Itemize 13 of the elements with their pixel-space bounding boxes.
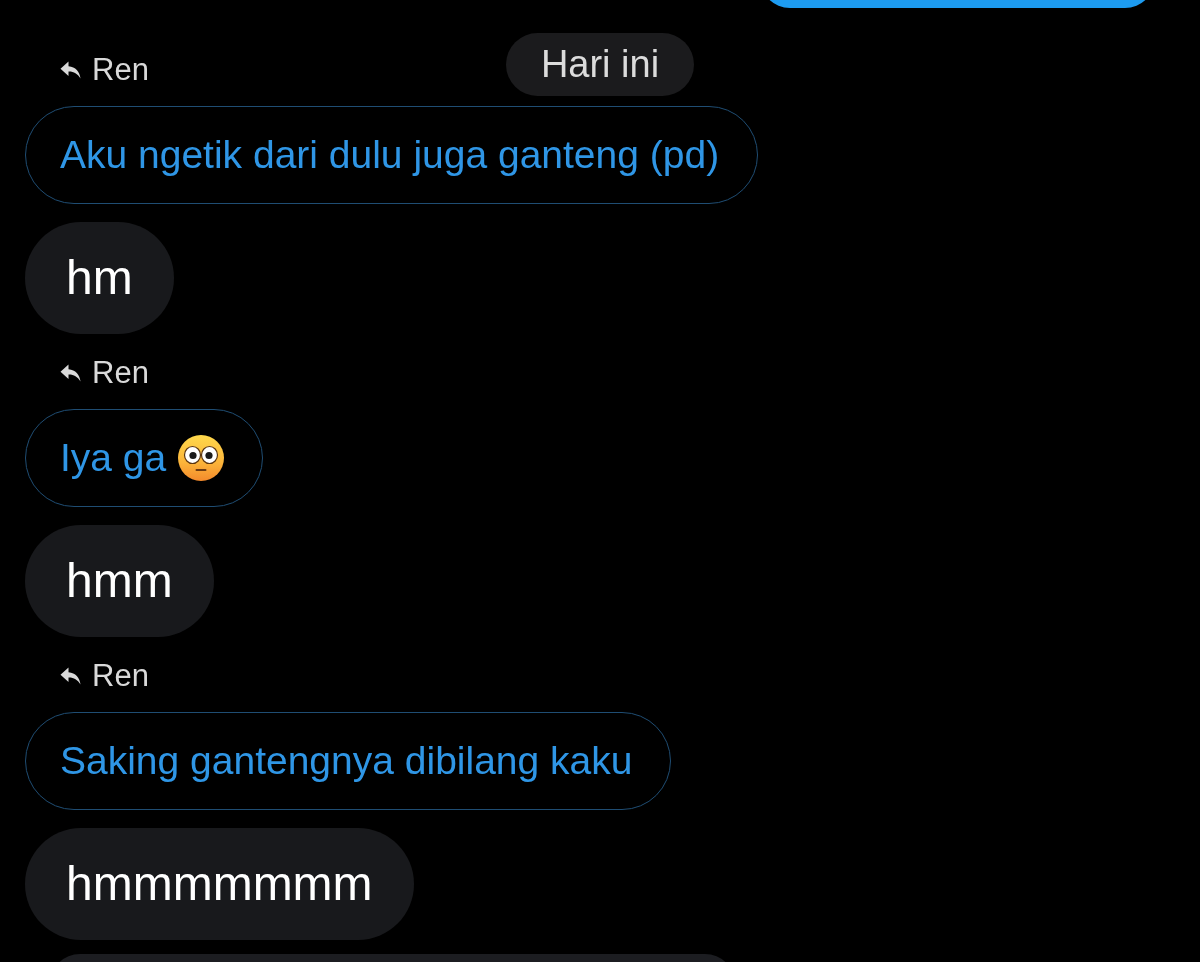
date-label: Hari ini bbox=[505, 33, 695, 96]
quoted-message-text: Iya ga bbox=[60, 435, 167, 481]
reply-message: hm bbox=[25, 222, 174, 334]
reply-sender-name: Ren bbox=[92, 355, 149, 391]
reply-icon bbox=[60, 364, 81, 382]
reply-icon bbox=[60, 60, 81, 79]
reply-sender-name: Ren bbox=[92, 51, 149, 88]
reply-icon bbox=[60, 667, 81, 685]
reply-sender-name: Ren bbox=[92, 658, 149, 694]
quoted-message-text: Aku ngetik dari dulu juga ganteng (pd) bbox=[60, 132, 720, 178]
quoted-message-text: Saking gantengnya dibilang kaku bbox=[60, 738, 633, 784]
reply-message: hmmmmmmm bbox=[25, 828, 414, 940]
reply-message: hmm bbox=[25, 525, 214, 637]
